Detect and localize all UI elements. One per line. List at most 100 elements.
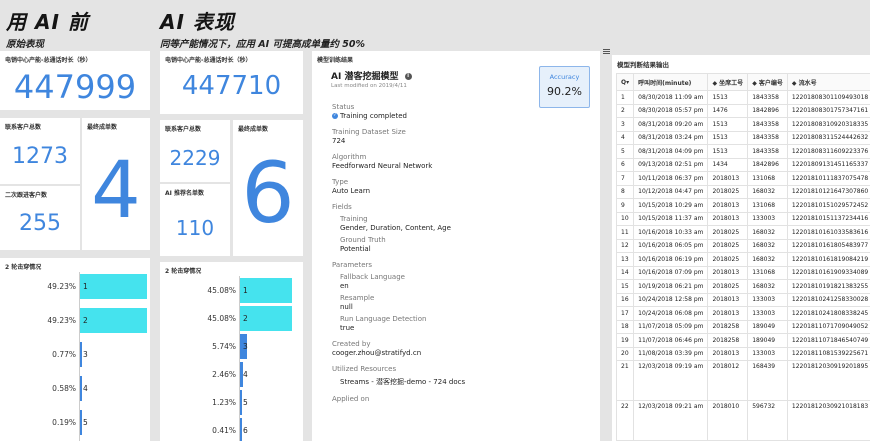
- table-cell: 133003: [747, 292, 788, 307]
- table-row[interactable]: 9 10/15/2018 10:29 am 2018013 131068 1220181…: [616, 198, 870, 213]
- created-value: cooger.zhou@stratifyd.cn: [332, 349, 422, 357]
- table-cell: 12201810161819084219: [786, 252, 870, 267]
- table-cell: 2018025: [707, 238, 749, 253]
- table-cell: 1843358: [747, 90, 788, 105]
- deals-value: 6: [241, 144, 295, 242]
- table-cell: 1513: [707, 144, 749, 159]
- table-cell: 12201811071846540749: [786, 333, 870, 348]
- results-table: Q▾ 呼叫时间(minute) ◆ 坐席工号 ◆ 客户编号 ◆ 流水号 1 08/…: [616, 73, 870, 441]
- model-title: AI 潜客挖掘模型 i: [331, 69, 531, 82]
- table-cell: 08/31/2018 03:24 pm: [633, 130, 709, 145]
- table-row[interactable]: 7 10/11/2018 06:37 pm 2018013 131068 1220181…: [616, 171, 870, 186]
- algorithm-label: Algorithm: [332, 153, 367, 161]
- table-cell: 12201810151137234416: [786, 211, 870, 226]
- bar-row: 0.58% 4: [0, 374, 150, 403]
- bar[interactable]: [80, 342, 82, 367]
- table-cell: 1843358: [747, 144, 788, 159]
- table-cell: 4: [616, 130, 635, 145]
- table-cell: 10/16/2018 06:19 pm: [633, 252, 709, 267]
- fields-truth-label: Ground Truth: [340, 236, 386, 244]
- bar-category-label: 3: [243, 342, 248, 351]
- table-cell: 5: [616, 144, 635, 159]
- table-cell: 20: [616, 346, 635, 361]
- table-row[interactable]: 14 10/16/2018 07:09 pm 2018013 131068 122018…: [616, 265, 870, 280]
- column-header[interactable]: Q▾: [616, 73, 635, 91]
- bar[interactable]: [80, 274, 147, 299]
- table-row[interactable]: 4 08/31/2018 03:24 pm 1513 1843358 122018083…: [616, 130, 870, 145]
- table-cell: 2018010: [707, 400, 749, 441]
- bar-percent-label: 49.23%: [47, 282, 76, 291]
- params-label: Parameters: [332, 261, 373, 269]
- table-row[interactable]: 8 10/12/2018 04:47 pm 2018025 168032 1220181…: [616, 184, 870, 199]
- table-cell: 2018258: [707, 333, 749, 348]
- bar-percent-label: 0.77%: [52, 350, 76, 359]
- table-row[interactable]: 1 08/30/2018 11:09 am 1513 1843358 122018083…: [616, 90, 870, 105]
- table-row[interactable]: 19 11/07/2018 06:46 pm 2018258 189049 122018…: [616, 333, 870, 348]
- table-row[interactable]: 16 10/24/2018 12:58 pm 2018013 133003 122018…: [616, 292, 870, 307]
- bar[interactable]: [240, 390, 242, 415]
- before-talk-time-card: 电销中心产能-总通话时长（秒） 447999: [0, 51, 150, 110]
- results-table-wrap[interactable]: Q▾ 呼叫时间(minute) ◆ 坐席工号 ◆ 客户编号 ◆ 流水号 1 08/…: [616, 73, 870, 441]
- type-label: Type: [332, 178, 349, 186]
- table-cell: 1843358: [747, 117, 788, 132]
- card-label: 电销中心产能-总通话时长（秒）: [165, 57, 252, 64]
- table-row[interactable]: 11 10/16/2018 10:33 am 2018025 168032 122018…: [616, 225, 870, 240]
- results-panel: 模型判断结果输出 Q▾ 呼叫时间(minute) ◆ 坐席工号 ◆ 客户编号 ◆…: [612, 55, 870, 441]
- panel-label: 模型判断结果输出: [617, 61, 669, 69]
- card-label: 联系客户总数: [165, 126, 202, 133]
- table-cell: 168032: [747, 238, 788, 253]
- table-cell: 11: [616, 225, 635, 240]
- resample-label: Resample: [340, 294, 375, 302]
- table-cell: 10/24/2018 06:08 pm: [633, 306, 709, 321]
- bar-percent-label: 45.08%: [207, 314, 236, 323]
- bar[interactable]: [80, 308, 147, 333]
- table-row[interactable]: 21 12/03/2018 09:19 am 2018012 168439 122018…: [616, 360, 870, 401]
- table-row[interactable]: 13 10/16/2018 06:19 pm 2018025 168032 122018…: [616, 252, 870, 267]
- table-cell: 2018013: [707, 346, 749, 361]
- column-header[interactable]: ◆ 坐席工号: [707, 73, 749, 91]
- table-cell: 168032: [747, 252, 788, 267]
- bar-category-label: 1: [243, 286, 248, 295]
- table-row[interactable]: 2 08/30/2018 05:57 pm 1476 1842896 122018083…: [616, 103, 870, 118]
- table-row[interactable]: 17 10/24/2018 06:08 pm 2018013 133003 122018…: [616, 306, 870, 321]
- fields-training-label: Training: [340, 215, 368, 223]
- table-cell: 2018013: [707, 306, 749, 321]
- bar-percent-label: 49.23%: [47, 316, 76, 325]
- table-row[interactable]: 15 10/19/2018 06:21 pm 2018025 168032 122018…: [616, 279, 870, 294]
- bar[interactable]: [80, 410, 82, 435]
- menu-icon[interactable]: [603, 49, 610, 55]
- bar-category-label: 3: [83, 350, 88, 359]
- bar-row: 2.46% 4: [160, 360, 303, 389]
- dataset-label: Training Dataset Size: [332, 128, 406, 136]
- bar[interactable]: [240, 418, 242, 441]
- table-row[interactable]: 22 12/03/2018 09:21 am 2018010 596732 122018…: [616, 400, 870, 441]
- table-row[interactable]: 6 09/13/2018 02:51 pm 1434 1842896 122018091…: [616, 157, 870, 172]
- column-header[interactable]: ◆ 流水号: [786, 73, 870, 91]
- table-cell: 12201810111837075478: [786, 171, 870, 186]
- bar-row: 0.77% 3: [0, 340, 150, 369]
- table-row[interactable]: 3 08/31/2018 09:20 am 1513 1843358 122018083…: [616, 117, 870, 132]
- bar[interactable]: [80, 376, 82, 401]
- table-cell: 18: [616, 319, 635, 334]
- table-cell: 11/07/2018 05:09 pm: [633, 319, 709, 334]
- table-cell: 596732: [747, 400, 788, 441]
- table-row[interactable]: 20 11/08/2018 03:39 pm 2018013 133003 122018…: [616, 346, 870, 361]
- table-cell: 2018013: [707, 265, 749, 280]
- table-cell: 12201810241808338245: [786, 306, 870, 321]
- table-row[interactable]: 5 08/31/2018 04:09 pm 1513 1843358 122018083…: [616, 144, 870, 159]
- table-cell: 10: [616, 211, 635, 226]
- info-icon[interactable]: i: [404, 73, 412, 80]
- column-header[interactable]: ◆ 客户编号: [747, 73, 788, 91]
- resources-label: Utilized Resources: [332, 365, 397, 373]
- table-cell: 08/31/2018 09:20 am: [633, 117, 709, 132]
- table-row[interactable]: 18 11/07/2018 05:09 pm 2018258 189049 122018…: [616, 319, 870, 334]
- panel-label: 模型训练结果: [317, 57, 354, 64]
- table-cell: 08/30/2018 05:57 pm: [633, 103, 709, 118]
- table-cell: 12201810151029572452: [786, 198, 870, 213]
- table-row[interactable]: 12 10/16/2018 06:05 pm 2018025 168032 122018…: [616, 238, 870, 253]
- table-cell: 12201808311609223376: [786, 144, 870, 159]
- table-cell: 133003: [747, 346, 788, 361]
- training-details: Status ✓ Training completed Training Data…: [332, 95, 562, 403]
- column-header[interactable]: 呼叫时间(minute): [633, 73, 709, 91]
- table-row[interactable]: 10 10/15/2018 11:37 am 2018013 133003 122018…: [616, 211, 870, 226]
